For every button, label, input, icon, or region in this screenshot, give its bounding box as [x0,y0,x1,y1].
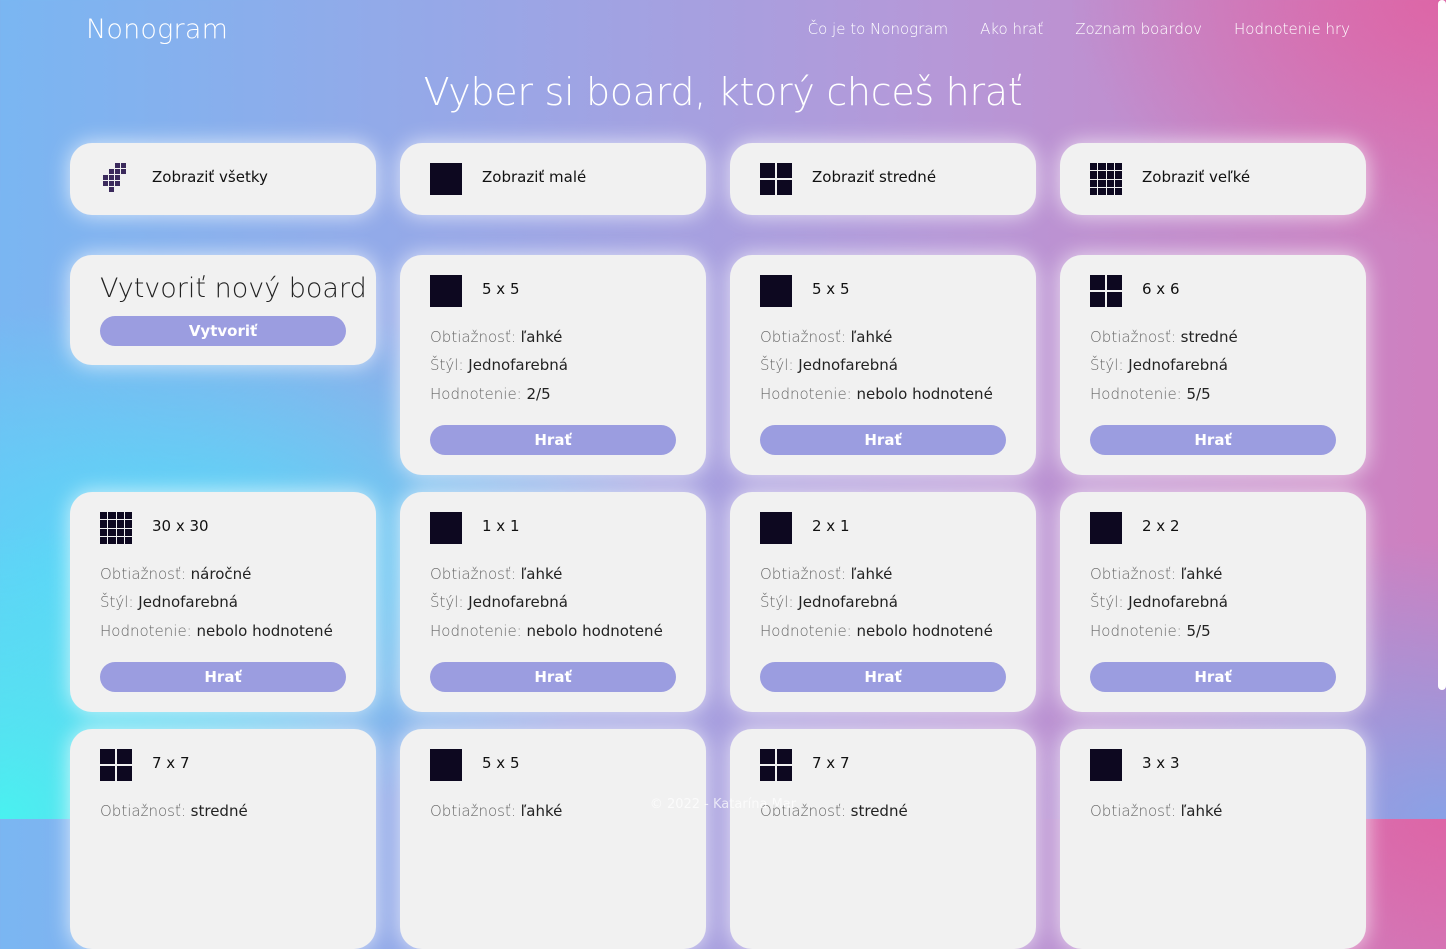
board-difficulty: Obtiažnosť: ľahké [430,565,563,583]
board-size: 3 x 3 [1142,754,1180,772]
board-rating: Hodnotenie: 5/5 [1090,385,1211,403]
grid-2x2-icon [760,749,792,781]
nav-link-what-is-nonogram[interactable]: Čo je to Nonogram [808,20,948,38]
board-style: Štýl: Jednofarebná [430,356,568,374]
square-icon [760,512,792,544]
board-style: Štýl: Jednofarebná [430,593,568,611]
board-rating: Hodnotenie: nebolo hodnotené [100,622,333,640]
board-size: 6 x 6 [1142,280,1180,298]
board-style: Štýl: Jednofarebná [1090,593,1228,611]
square-icon [760,275,792,307]
play-button[interactable]: Hrať [760,662,1006,692]
board-size: 5 x 5 [482,754,520,772]
board-style: Štýl: Jednofarebná [100,593,238,611]
board-size: 7 x 7 [152,754,190,772]
create-board-button[interactable]: Vytvoriť [100,316,346,346]
main-nav: Čo je to Nonogram Ako hrať Zoznam boardo… [808,20,1350,38]
board-size: 2 x 2 [1142,517,1180,535]
square-icon [430,749,462,781]
board-size: 2 x 1 [812,517,850,535]
filter-label: Zobraziť stredné [812,168,937,186]
square-icon [1090,749,1122,781]
nav-link-how-to-play[interactable]: Ako hrať [980,20,1043,38]
pixel-art-icon [100,163,132,195]
create-board-card: Vytvoriť nový board Vytvoriť [70,255,376,365]
square-icon [430,512,462,544]
board-card: 3 x 3 Obtiažnosť: ľahké [1060,729,1366,949]
filter-label: Zobraziť všetky [152,168,268,186]
footer-copyright: © 2022 - Katarína Mar [649,797,797,812]
board-card: 7 x 7 Obtiažnosť: stredné [730,729,1036,949]
play-button[interactable]: Hrať [100,662,346,692]
grid-2x2-icon [760,163,792,195]
board-card: 2 x 1 Obtiažnosť: ľahké Štýl: Jednofareb… [730,492,1036,712]
play-button[interactable]: Hrať [1090,425,1336,455]
board-rating: Hodnotenie: nebolo hodnotené [760,385,993,403]
page-title: Vyber si board, ktorý chceš hrať [423,70,1023,114]
play-button[interactable]: Hrať [1090,662,1336,692]
filter-small-button[interactable]: Zobraziť malé [400,143,706,215]
board-size: 5 x 5 [482,280,520,298]
filter-label: Zobraziť malé [482,168,587,186]
play-button[interactable]: Hrať [430,662,676,692]
board-style: Štýl: Jednofarebná [760,356,898,374]
board-difficulty: Obtiažnosť: ľahké [760,565,893,583]
square-icon [430,163,462,195]
board-difficulty: Obtiažnosť: ľahké [760,328,893,346]
top-navbar: Nonogram Čo je to Nonogram Ako hrať Zozn… [0,0,1446,64]
board-card: 30 x 30 Obtiažnosť: náročné Štýl: Jednof… [70,492,376,712]
board-card: 7 x 7 Obtiažnosť: stredné [70,729,376,949]
board-difficulty: Obtiažnosť: stredné [1090,328,1238,346]
board-card: 5 x 5 Obtiažnosť: ľahké [400,729,706,949]
board-size: 1 x 1 [482,517,520,535]
board-card: 5 x 5 Obtiažnosť: ľahké Štýl: Jednofareb… [400,255,706,475]
board-rating: Hodnotenie: nebolo hodnotené [760,622,993,640]
board-difficulty: Obtiažnosť: ľahké [430,328,563,346]
board-rating: Hodnotenie: nebolo hodnotené [430,622,663,640]
filter-all-button[interactable]: Zobraziť všetky [70,143,376,215]
board-style: Štýl: Jednofarebná [1090,356,1228,374]
play-button[interactable]: Hrať [430,425,676,455]
board-card: 6 x 6 Obtiažnosť: stredné Štýl: Jednofar… [1060,255,1366,475]
board-size: 7 x 7 [812,754,850,772]
board-difficulty: Obtiažnosť: ľahké [1090,565,1223,583]
scrollbar[interactable] [1438,0,1446,690]
nav-link-board-list[interactable]: Zoznam boardov [1075,20,1202,38]
filter-medium-button[interactable]: Zobraziť stredné [730,143,1036,215]
play-button[interactable]: Hrať [760,425,1006,455]
square-icon [430,275,462,307]
board-card: 5 x 5 Obtiažnosť: ľahké Štýl: Jednofareb… [730,255,1036,475]
grid-4x4-icon [100,512,132,544]
create-board-title: Vytvoriť nový board [100,273,367,304]
board-size: 30 x 30 [152,517,209,535]
filter-large-button[interactable]: Zobraziť veľké [1060,143,1366,215]
board-card: 1 x 1 Obtiažnosť: ľahké Štýl: Jednofareb… [400,492,706,712]
grid-2x2-icon [1090,275,1122,307]
grid-4x4-icon [1090,163,1122,195]
site-logo[interactable]: Nonogram [86,14,228,45]
board-difficulty: Obtiažnosť: náročné [100,565,252,583]
square-icon [1090,512,1122,544]
board-style: Štýl: Jednofarebná [760,593,898,611]
grid-2x2-icon [100,749,132,781]
board-rating: Hodnotenie: 2/5 [430,385,551,403]
board-size: 5 x 5 [812,280,850,298]
board-rating: Hodnotenie: 5/5 [1090,622,1211,640]
board-card: 2 x 2 Obtiažnosť: ľahké Štýl: Jednofareb… [1060,492,1366,712]
filter-label: Zobraziť veľké [1142,168,1251,186]
nav-link-game-rating[interactable]: Hodnotenie hry [1234,20,1350,38]
